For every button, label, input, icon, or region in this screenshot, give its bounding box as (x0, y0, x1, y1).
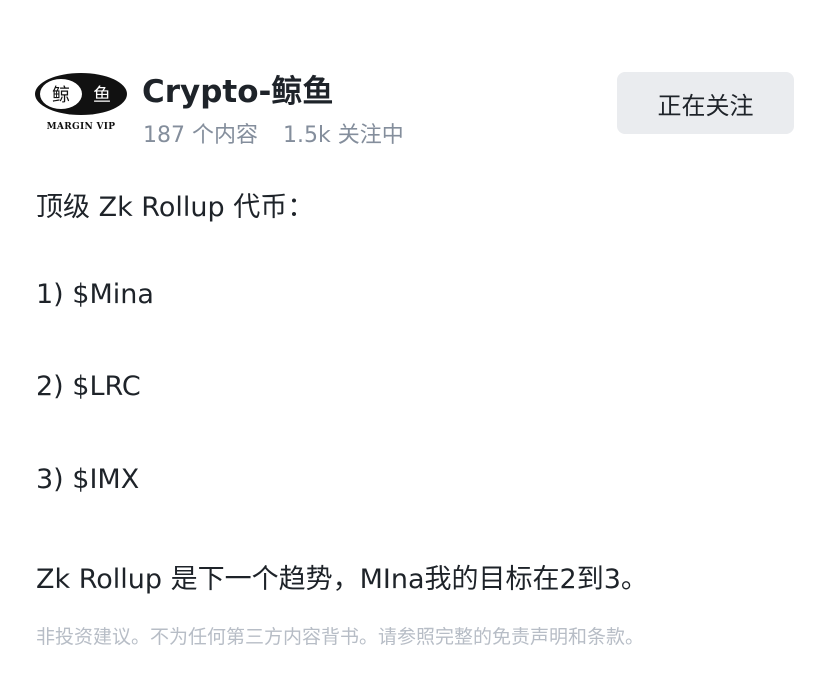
author-name[interactable]: Crypto-鲸鱼 (142, 66, 333, 111)
logo-char-right: 鱼 (93, 85, 111, 106)
logo-caption: MARGIN VIP (46, 122, 116, 132)
post-list-item-2: 2) $LRC (36, 371, 141, 402)
following-count: 1.5k 关注中 (283, 123, 404, 148)
disclaimer-text[interactable]: 非投资建议。不为任何第三方内容背书。请参照完整的免责声明和条款。 (36, 622, 644, 649)
post-list-item-1: 1) $Mina (36, 279, 154, 310)
post-conclusion-line: Zk Rollup 是下一个趋势，MIna我的目标在2到3。 (36, 564, 648, 595)
whale-logo-icon: 鲸 鱼 (35, 73, 127, 115)
logo-char-left: 鲸 (52, 85, 70, 106)
following-button[interactable]: 正在关注 (617, 72, 794, 134)
post-list-item-3: 3) $IMX (36, 464, 140, 495)
post-header: 鲸 鱼 MARGIN VIP Crypto-鲸鱼 187 个内容 1.5k 关注… (34, 62, 796, 152)
author-stats: 187 个内容 1.5k 关注中 (143, 117, 404, 149)
posts-count: 187 个内容 (143, 123, 258, 148)
avatar[interactable]: 鲸 鱼 MARGIN VIP (34, 70, 128, 134)
post-title-line: 顶级 Zk Rollup 代币： (36, 192, 315, 223)
